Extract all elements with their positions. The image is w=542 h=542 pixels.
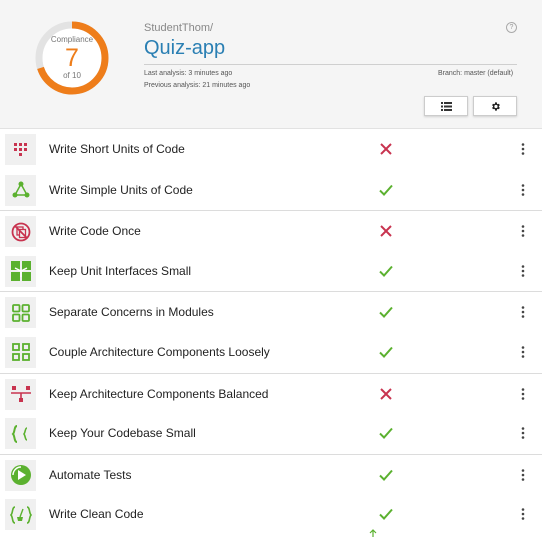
more-options-icon[interactable]	[516, 426, 530, 440]
repository-name[interactable]: Quiz-app	[144, 37, 225, 60]
guideline-list: Write Short Units of Code Write Simple U…	[0, 129, 542, 538]
guideline-label: Separate Concerns in Modules	[49, 305, 214, 320]
pass-check-icon	[378, 467, 394, 483]
more-options-icon[interactable]	[516, 264, 530, 278]
automate-tests-icon	[5, 459, 36, 491]
guideline-label: Couple Architecture Components Loosely	[49, 344, 270, 359]
repository-owner[interactable]: StudentThom/	[144, 22, 213, 34]
guideline-label: Write Simple Units of Code	[49, 182, 193, 197]
clean-code-icon	[5, 499, 36, 531]
short-units-icon	[5, 134, 36, 165]
header-divider	[144, 64, 517, 65]
unit-interfaces-icon	[5, 255, 36, 287]
guideline-row[interactable]: Separate Concerns in Modules	[0, 291, 542, 332]
guideline-label: Keep Architecture Components Balanced	[49, 386, 269, 401]
guideline-row[interactable]: Write Short Units of Code	[0, 129, 542, 170]
pass-check-icon	[378, 263, 394, 279]
guideline-row[interactable]: Couple Architecture Components Loosely	[0, 332, 542, 373]
repository-header: Compliance 7 of 10 StudentThom/ Quiz-app…	[0, 0, 542, 129]
simple-units-icon	[5, 174, 36, 206]
more-options-icon[interactable]	[516, 468, 530, 482]
modules-icon	[5, 297, 36, 329]
couple-components-icon	[5, 336, 36, 368]
gear-icon	[491, 101, 500, 111]
guideline-row[interactable]: Write Clean Code	[0, 494, 542, 538]
guideline-label: Write Code Once	[49, 224, 141, 239]
fail-cross-icon	[378, 386, 394, 402]
fail-cross-icon	[378, 223, 394, 239]
list-icon	[440, 101, 452, 111]
code-once-icon	[5, 216, 36, 248]
compliance-score: 7	[65, 44, 79, 72]
more-options-icon[interactable]	[516, 224, 530, 238]
branch-info: Branch: master (default)	[438, 70, 514, 77]
guideline-row[interactable]: Keep Your Codebase Small	[0, 413, 542, 454]
last-analysis: Last analysis: 3 minutes ago	[144, 70, 233, 77]
guideline-row[interactable]: Write Simple Units of Code	[0, 170, 542, 211]
more-options-icon[interactable]	[516, 142, 530, 156]
previous-analysis: Previous analysis: 21 minutes ago	[144, 82, 251, 89]
fail-cross-icon	[378, 141, 394, 157]
more-options-icon[interactable]	[516, 183, 530, 197]
more-options-icon[interactable]	[516, 507, 530, 521]
more-options-icon[interactable]	[516, 345, 530, 359]
guideline-label: Automate Tests	[49, 467, 132, 482]
guideline-row[interactable]: Automate Tests	[0, 453, 542, 495]
trend-up-arrow-icon	[369, 524, 377, 538]
compliance-total: of 10	[63, 71, 81, 80]
pass-check-icon	[378, 304, 394, 320]
guideline-label: Keep Your Codebase Small	[49, 426, 196, 441]
more-options-icon[interactable]	[516, 387, 530, 401]
guideline-row[interactable]: Keep Architecture Components Balanced	[0, 372, 542, 414]
list-view-button[interactable]	[424, 96, 468, 116]
balanced-components-icon	[5, 378, 36, 410]
settings-button[interactable]	[473, 96, 517, 116]
pass-check-icon	[378, 506, 394, 522]
guideline-label: Write Short Units of Code	[49, 142, 185, 156]
pass-check-icon	[378, 182, 394, 198]
pass-check-icon	[378, 344, 394, 360]
codebase-small-icon	[5, 418, 36, 450]
guideline-label: Keep Unit Interfaces Small	[49, 263, 192, 278]
guideline-label: Write Clean Code	[49, 507, 144, 522]
guideline-row[interactable]: Write Code Once	[0, 210, 542, 251]
help-icon[interactable]: ?	[506, 22, 517, 33]
guideline-row[interactable]: Keep Unit Interfaces Small	[0, 251, 542, 292]
compliance-gauge: Compliance 7 of 10	[34, 20, 110, 96]
more-options-icon[interactable]	[516, 305, 530, 319]
pass-check-icon	[378, 425, 394, 441]
